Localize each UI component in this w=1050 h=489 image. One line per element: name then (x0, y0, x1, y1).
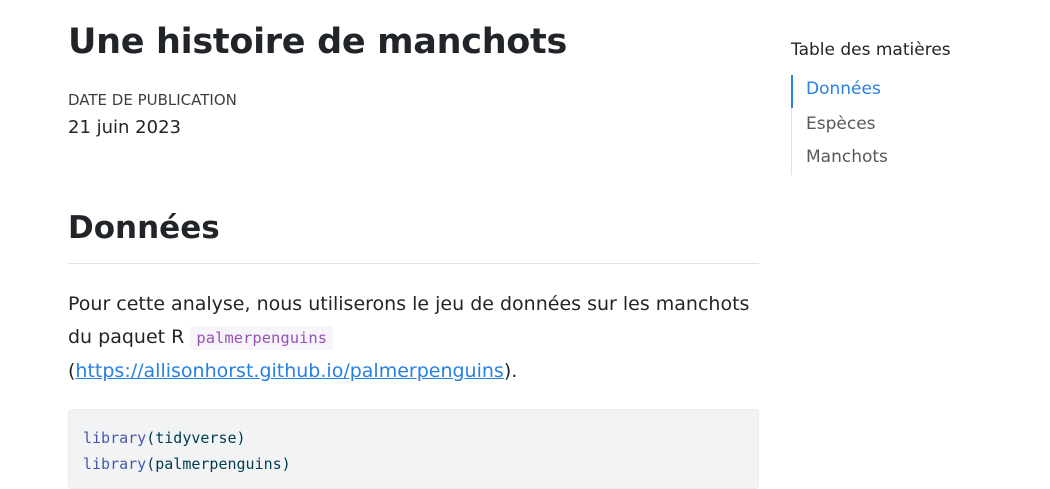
toc-item-manchots[interactable]: Manchots (806, 147, 888, 167)
toc-item-donnees[interactable]: Données (806, 79, 881, 99)
toc-list: Données Espèces Manchots (791, 75, 992, 175)
code-argument: (palmerpenguins) (146, 455, 291, 473)
inline-code-package: palmerpenguins (190, 326, 334, 350)
toc-active-indicator (791, 75, 793, 108)
section-divider (68, 263, 759, 264)
code-line: library(palmerpenguins) (83, 451, 744, 477)
code-function: library (83, 455, 147, 473)
code-block: library(tidyverse) library(palmerpenguin… (68, 409, 759, 489)
date-label: DATE DE PUBLICATION (68, 91, 237, 109)
code-function: library (83, 429, 147, 447)
section-heading-donnees: Données (68, 210, 220, 246)
code-line: library(tidyverse) (83, 425, 744, 451)
page-title: Une histoire de manchots (68, 22, 568, 62)
intro-paragraph: Pour cette analyse, nous utiliserons le … (68, 288, 759, 388)
table-of-contents: Table des matières Données Espèces Manch… (791, 40, 1031, 175)
paren-close: ). (503, 360, 518, 382)
paragraph-text: Pour cette analyse, nous utiliserons le … (68, 293, 750, 348)
palmerpenguins-link[interactable]: https://allisonhorst.github.io/palmerpen… (75, 360, 503, 382)
toc-item-especes[interactable]: Espèces (806, 114, 876, 134)
date-value: 21 juin 2023 (68, 117, 181, 138)
code-argument: (tidyverse) (146, 429, 246, 447)
toc-title: Table des matières (791, 40, 951, 60)
